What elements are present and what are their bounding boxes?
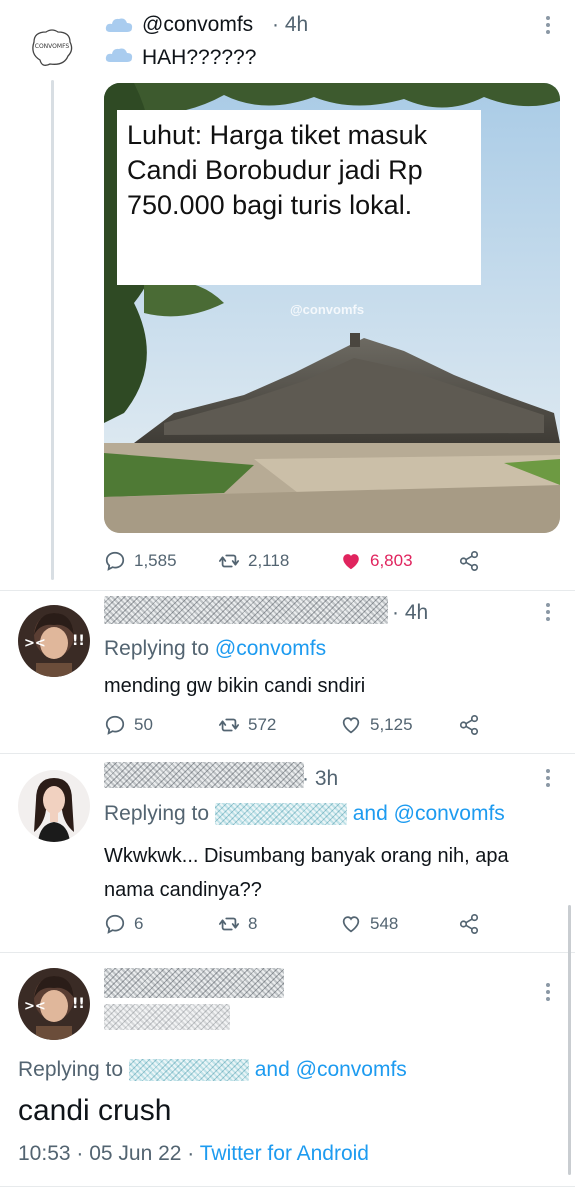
tweet-timestamp[interactable]: 10:53 · 05 Jun 22 · (18, 1142, 200, 1165)
author-handle[interactable]: @convomfs (142, 13, 253, 37)
tweet-source[interactable]: Twitter for Android (200, 1142, 369, 1165)
like-count: 5,125 (370, 715, 413, 734)
divider (0, 1186, 575, 1187)
replying-to: Replying to and @convomfs (104, 802, 505, 826)
reply-icon (105, 715, 125, 735)
replying-label: Replying to (18, 1058, 124, 1081)
svg-text:CONVOMFS: CONVOMFS (35, 43, 70, 50)
more-icon[interactable] (544, 983, 552, 1004)
reply-text: mending gw bikin candi sndiri (104, 675, 366, 697)
reply-count: 1,585 (134, 551, 177, 570)
replying-handles[interactable]: and @convomfs (353, 802, 505, 825)
like-icon (343, 554, 359, 570)
retweet-count: 8 (248, 914, 258, 933)
share-button[interactable] (458, 714, 480, 736)
reply-time[interactable]: · 3h (302, 767, 338, 791)
reply-count: 6 (134, 914, 144, 933)
more-icon[interactable] (544, 16, 552, 37)
retweet-icon (218, 554, 240, 568)
avatar[interactable]: >< !! (18, 968, 90, 1040)
image-caption: Luhut: Harga tiket masuk Candi Borobudur… (117, 110, 481, 285)
reply-time[interactable]: · 4h (392, 601, 428, 625)
like-button[interactable]: 5,125 (340, 714, 413, 736)
share-icon (459, 715, 479, 735)
reply-icon (105, 914, 125, 934)
like-button[interactable]: 6,803 (340, 550, 413, 572)
tweet-time[interactable]: · 4h (272, 13, 308, 37)
more-icon[interactable] (544, 603, 552, 624)
reply-button[interactable]: 1,585 (104, 550, 177, 572)
reply-count: 50 (134, 715, 153, 734)
retweet-button[interactable]: 2,118 (218, 550, 289, 572)
more-icon[interactable] (544, 769, 552, 790)
main-reply-text: candi crush (18, 1094, 172, 1127)
tweet-text: HAH?????? (142, 46, 257, 69)
replying-to: Replying to @convomfs (104, 637, 326, 661)
svg-text:!!: !! (72, 633, 85, 649)
reply-button[interactable]: 50 (104, 714, 153, 736)
reply-text: Wkwkwk... Disumbang banyak orang nih, ap… (104, 845, 509, 901)
handle-redacted[interactable] (104, 1004, 230, 1030)
avatar[interactable]: >< !! (18, 605, 90, 677)
like-icon (342, 717, 360, 734)
replying-label: Replying to (104, 637, 210, 660)
replying-handle-redacted[interactable] (214, 803, 347, 826)
retweet-count: 2,118 (248, 551, 290, 570)
like-count: 548 (370, 914, 399, 933)
retweet-icon (218, 718, 240, 732)
image-watermark: @convomfs (290, 302, 365, 317)
svg-text:><: >< (24, 636, 46, 651)
svg-text:!!: !! (72, 996, 85, 1012)
retweet-count: 572 (248, 715, 277, 734)
like-icon (342, 916, 360, 933)
like-button[interactable]: 548 (340, 913, 398, 935)
replying-label: Replying to (104, 802, 210, 825)
svg-text:><: >< (24, 999, 46, 1014)
share-icon (459, 551, 479, 571)
share-button[interactable] (458, 913, 480, 935)
replying-handle[interactable]: @convomfs (215, 637, 326, 660)
share-icon (459, 914, 479, 934)
like-count: 6,803 (370, 551, 413, 570)
reply-icon (105, 551, 125, 571)
display-name-redacted[interactable] (104, 762, 304, 788)
display-name-redacted[interactable] (104, 596, 388, 624)
cloud-icon (104, 14, 134, 36)
replying-handles[interactable]: and @convomfs (255, 1058, 407, 1081)
display-name-redacted[interactable] (104, 968, 284, 998)
cloud-icon (104, 44, 134, 66)
thread-line (51, 80, 54, 580)
divider (0, 753, 575, 754)
avatar[interactable] (18, 770, 90, 842)
divider (0, 590, 575, 591)
reply-button[interactable]: 6 (104, 913, 143, 935)
retweet-button[interactable]: 8 (218, 913, 257, 935)
replying-handle-redacted[interactable] (128, 1059, 249, 1082)
tweet-meta: 10:53 · 05 Jun 22 · Twitter for Android (18, 1142, 369, 1166)
avatar[interactable]: CONVOMFS (24, 20, 80, 76)
replying-to: Replying to and @convomfs (18, 1058, 407, 1082)
retweet-icon (218, 917, 240, 931)
scrollbar[interactable] (568, 905, 571, 1175)
retweet-button[interactable]: 572 (218, 714, 276, 736)
divider (0, 952, 575, 953)
share-button[interactable] (458, 550, 480, 572)
